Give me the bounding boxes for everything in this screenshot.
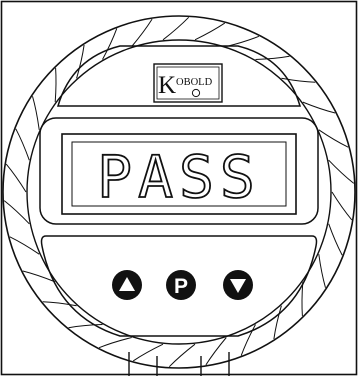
- up-button[interactable]: [112, 270, 142, 300]
- program-button[interactable]: P: [166, 270, 196, 300]
- kobold-logo: K OBOLD: [153, 63, 223, 103]
- knurl-line: [328, 223, 343, 256]
- knurl-line: [255, 55, 290, 60]
- lcd-text: PASS: [97, 143, 261, 211]
- knurl-line: [98, 337, 132, 349]
- down-button[interactable]: [223, 270, 253, 300]
- knurl-line: [194, 22, 226, 41]
- knurl-line: [3, 200, 30, 225]
- knurl-line: [328, 159, 355, 184]
- lcd-display: PASS: [61, 133, 297, 215]
- knurl-line: [331, 191, 353, 221]
- logo-brand: OBOLD: [176, 77, 213, 88]
- knurl-line: [318, 254, 326, 288]
- pressure-gauge-device: K OBOLD PASS P: [0, 0, 358, 376]
- knurl-line: [5, 163, 27, 193]
- knurl-line: [162, 16, 190, 41]
- knurl-line: [281, 77, 316, 83]
- knurl-line: [301, 281, 304, 317]
- knurl-line: [32, 96, 40, 130]
- knurl-line: [226, 35, 260, 47]
- p-icon: P: [174, 275, 188, 298]
- knurl-line: [54, 67, 57, 103]
- knurl-line: [132, 343, 164, 362]
- logo-letter: K: [158, 72, 176, 99]
- knurl-line: [15, 128, 30, 161]
- knurl-line: [168, 343, 196, 368]
- knurl-line: [42, 301, 77, 307]
